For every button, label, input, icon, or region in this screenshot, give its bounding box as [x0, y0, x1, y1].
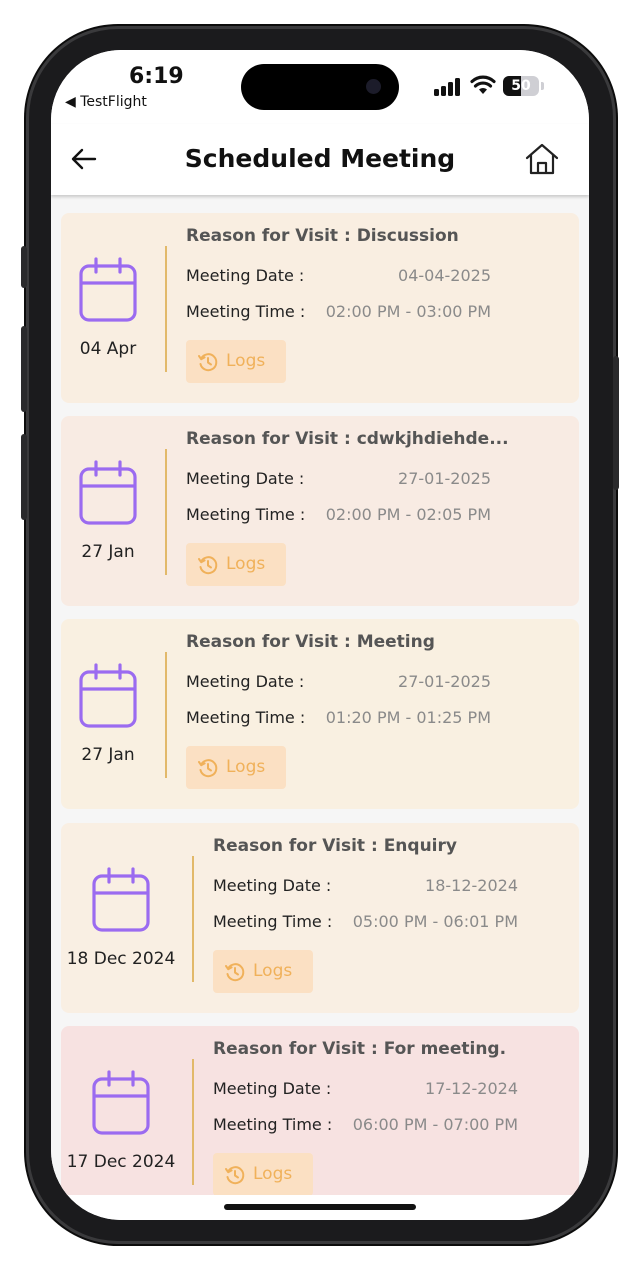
history-icon	[225, 963, 245, 982]
date-column: 27 Jan	[61, 416, 155, 606]
logs-button[interactable]: Logs	[213, 950, 313, 993]
calendar-icon	[91, 1070, 151, 1136]
reason-label: Reason for Visit :	[186, 429, 357, 449]
history-icon	[198, 759, 218, 778]
reason-for-visit: Reason for Visit : For meeting.	[213, 1039, 506, 1059]
meeting-time-field-label: Meeting Time :	[186, 505, 306, 524]
meeting-date-label: 18 Dec 2024	[66, 949, 176, 969]
logs-button[interactable]: Logs	[213, 1153, 313, 1195]
app-header: Scheduled Meeting	[51, 124, 589, 195]
logs-label: Logs	[226, 757, 266, 777]
logs-button[interactable]: Logs	[186, 340, 286, 383]
meeting-time-field-label: Meeting Time :	[213, 1115, 333, 1134]
meeting-list[interactable]: 04 Apr Reason for Visit : Discussion Meeti…	[51, 195, 589, 1195]
date-column: 27 Jan	[61, 619, 155, 809]
logs-button[interactable]: Logs	[186, 746, 286, 789]
meeting-date-label: 17 Dec 2024	[66, 1152, 176, 1172]
battery-cap	[541, 82, 544, 90]
vertical-divider	[165, 652, 167, 778]
meeting-date-field-label: Meeting Date :	[213, 1079, 332, 1098]
dynamic-island	[241, 64, 399, 110]
meeting-date-field-label: Meeting Date :	[186, 672, 305, 691]
date-column: 04 Apr	[61, 213, 155, 403]
logs-label: Logs	[253, 1164, 293, 1184]
history-icon	[198, 353, 218, 372]
reason-value: cdwkjhdiehde...	[356, 429, 509, 449]
meeting-date-value: 17-12-2024	[425, 1079, 518, 1098]
status-time: 6:19	[129, 64, 184, 89]
vertical-divider	[192, 856, 194, 982]
calendar-icon	[78, 460, 138, 526]
logs-label: Logs	[253, 961, 293, 981]
mute-switch	[21, 246, 27, 288]
logs-button[interactable]: Logs	[186, 543, 286, 586]
meeting-date-label: 27 Jan	[81, 542, 135, 562]
back-to-testflight-link[interactable]: ◀ TestFlight	[65, 94, 147, 110]
reason-label: Reason for Visit :	[213, 1039, 384, 1059]
reason-for-visit: Reason for Visit : cdwkjhdiehde...	[186, 429, 509, 449]
reason-value: Meeting	[356, 632, 435, 652]
vertical-divider	[165, 246, 167, 372]
meeting-card[interactable]: 17 Dec 2024 Reason for Visit : For meetin…	[61, 1026, 579, 1195]
meeting-date-label: 04 Apr	[79, 339, 137, 359]
meeting-date-label: 27 Jan	[81, 745, 135, 765]
reason-for-visit: Reason for Visit : Meeting	[186, 632, 435, 652]
date-column: 18 Dec 2024	[61, 823, 181, 1013]
page-title: Scheduled Meeting	[184, 144, 456, 173]
meeting-date-value: 18-12-2024	[425, 876, 518, 895]
calendar-icon	[78, 663, 138, 729]
reason-value: Discussion	[356, 226, 459, 246]
reason-for-visit: Reason for Visit : Discussion	[186, 226, 459, 246]
meeting-time-value: 02:00 PM - 03:00 PM	[325, 302, 491, 321]
vertical-divider	[192, 1059, 194, 1185]
meeting-card[interactable]: 04 Apr Reason for Visit : Discussion Meeti…	[61, 213, 579, 403]
reason-label: Reason for Visit :	[186, 226, 357, 246]
meeting-date-value: 04-04-2025	[398, 266, 491, 285]
meeting-time-value: 05:00 PM - 06:01 PM	[352, 912, 518, 931]
calendar-icon	[78, 257, 138, 323]
status-bar: 6:19 ◀ TestFlight 50	[51, 50, 589, 124]
meeting-time-value: 06:00 PM - 07:00 PM	[352, 1115, 518, 1134]
volume-down-button	[21, 434, 27, 520]
meeting-card[interactable]: 18 Dec 2024 Reason for Visit : Enquiry Mee…	[61, 823, 579, 1013]
reason-value: For meeting.	[383, 1039, 507, 1059]
wifi-icon	[470, 75, 496, 94]
screen: 6:19 ◀ TestFlight 50 Scheduled Meeting 0…	[51, 50, 589, 1220]
meeting-time-field-label: Meeting Time :	[213, 912, 333, 931]
camera-icon	[366, 79, 381, 94]
meeting-date-value: 27-01-2025	[398, 672, 491, 691]
meeting-card[interactable]: 27 Jan Reason for Visit : Meeting Meeting …	[61, 619, 579, 809]
battery-percent: 50	[511, 78, 531, 94]
history-icon	[198, 556, 218, 575]
meeting-date-field-label: Meeting Date :	[186, 469, 305, 488]
calendar-icon	[91, 867, 151, 933]
vertical-divider	[165, 449, 167, 575]
meeting-time-value: 01:20 PM - 01:25 PM	[325, 708, 491, 727]
reason-for-visit: Reason for Visit : Enquiry	[213, 836, 457, 856]
reason-label: Reason for Visit :	[213, 836, 384, 856]
reason-label: Reason for Visit :	[186, 632, 357, 652]
meeting-date-field-label: Meeting Date :	[213, 876, 332, 895]
meeting-time-field-label: Meeting Time :	[186, 708, 306, 727]
home-icon[interactable]	[523, 140, 561, 178]
logs-label: Logs	[226, 554, 266, 574]
reason-value: Enquiry	[383, 836, 457, 856]
date-column: 17 Dec 2024	[61, 1026, 181, 1195]
volume-up-button	[21, 326, 27, 412]
meeting-time-value: 02:00 PM - 02:05 PM	[325, 505, 491, 524]
meeting-card[interactable]: 27 Jan Reason for Visit : cdwkjhdiehde...…	[61, 416, 579, 606]
power-button	[613, 356, 619, 490]
history-icon	[225, 1166, 245, 1185]
home-indicator[interactable]	[224, 1204, 416, 1210]
meeting-date-value: 27-01-2025	[398, 469, 491, 488]
logs-label: Logs	[226, 351, 266, 371]
meeting-date-field-label: Meeting Date :	[186, 266, 305, 285]
battery-icon: 50	[503, 76, 539, 96]
cellular-signal-icon	[434, 78, 462, 96]
meeting-time-field-label: Meeting Time :	[186, 302, 306, 321]
